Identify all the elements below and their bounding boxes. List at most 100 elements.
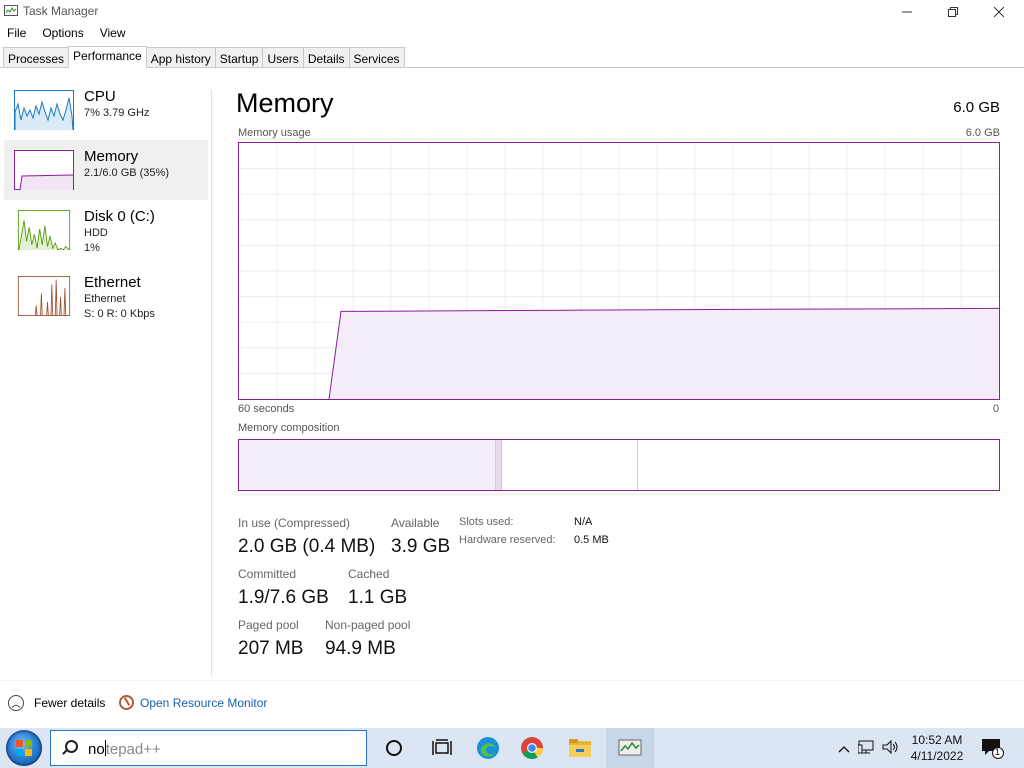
task-view-button[interactable] [418,728,466,768]
sidebar-disk-title: Disk 0 (C:) [84,208,155,225]
sidebar-ethernet-adapter: Ethernet [84,293,126,305]
cortana-button[interactable] [370,728,418,768]
taskbar-clock[interactable]: 10:52 AM 4/11/2022 [902,732,972,764]
memory-usage-max: 6.0 GB [965,127,1000,139]
window-title: Task Manager [23,4,99,18]
task-view-icon [432,739,452,755]
volume-icon [882,739,898,754]
memory-usage-graph [238,142,1000,400]
taskbar: notepad++ 10:52 AM 4/11/2022 1 [0,728,1024,768]
committed-value: 1.9/7.6 GB [238,587,329,608]
chrome-icon [521,737,543,759]
slots-used-label: Slots used: [459,516,514,528]
fewer-details-label: Fewer details [34,696,106,710]
available-label: Available [391,516,440,530]
chevron-up-icon: ︿ [8,695,24,711]
restore-icon [948,6,958,17]
sidebar-ethernet-throughput: S: 0 R: 0 Kbps [84,308,155,320]
bottom-divider [0,680,1024,681]
close-button[interactable] [976,0,1022,23]
system-tray [838,728,900,768]
sidebar-ethernet-title: Ethernet [84,274,141,291]
windows-logo-icon [16,740,32,756]
paged-pool-label: Paged pool [238,618,299,632]
sidebar-item-memory[interactable]: Memory 2.1/6.0 GB (35%) [4,140,208,200]
non-paged-pool-label: Non-paged pool [325,618,411,632]
memory-composition-bar [238,439,1000,491]
tab-strip: Processes Performance App history Startu… [3,46,405,68]
ethernet-thumbnail-graph [14,276,74,316]
cached-label: Cached [348,567,390,581]
memory-thumbnail-graph [14,150,74,190]
memory-composition-label: Memory composition [238,422,340,434]
hardware-reserved-label: Hardware reserved: [459,534,556,546]
tab-performance[interactable]: Performance [68,46,147,68]
sidebar-divider [211,90,212,676]
file-explorer-icon [569,739,591,757]
memory-usage-label: Memory usage [238,127,311,139]
start-button[interactable] [6,730,42,766]
search-icon [61,740,78,756]
sidebar-memory-title: Memory [84,148,139,165]
slots-used-value: N/A [574,516,593,528]
memory-usage-area [329,308,999,399]
clock-time: 10:52 AM [911,733,963,747]
tab-details[interactable]: Details [302,47,350,68]
file-explorer-taskbar-button[interactable] [556,728,604,768]
taskbar-search-box[interactable]: notepad++ [50,730,367,766]
task-manager-taskbar-button[interactable] [606,728,654,768]
search-typed-text: notepad++ [88,740,161,758]
sidebar-disk-type: HDD [84,227,108,239]
sidebar-item-ethernet[interactable]: Ethernet Ethernet S: 0 R: 0 Kbps [4,274,208,334]
composition-modified [495,440,502,490]
minimize-button[interactable] [884,0,930,23]
tab-services[interactable]: Services [348,47,405,68]
tab-app-history[interactable]: App history [145,47,216,68]
page-title: Memory [236,88,334,118]
show-hidden-icons-button[interactable] [838,741,850,756]
available-value: 3.9 GB [391,536,451,557]
notification-count: 1 [995,747,1001,757]
sidebar-item-disk[interactable]: Disk 0 (C:) HDD 1% [4,208,208,268]
menu-file[interactable]: File [0,23,34,43]
cpu-thumbnail-graph [14,90,74,130]
task-manager-icon [618,739,642,756]
hardware-reserved-value: 0.5 MB [574,534,609,546]
chevron-up-icon [838,745,850,752]
notification-icon [982,739,1004,759]
chrome-taskbar-button[interactable] [508,728,556,768]
committed-label: Committed [238,567,297,581]
non-paged-pool-value: 94.9 MB [325,638,396,659]
paged-pool-value: 207 MB [238,638,304,659]
graph-axis-left: 60 seconds [238,403,295,415]
title-bar: Task Manager [0,0,1024,23]
open-resource-monitor-label: Open Resource Monitor [140,695,268,710]
cached-value: 1.1 GB [348,587,408,608]
cortana-icon [386,740,402,756]
in-use-label: In use (Compressed) [238,516,351,530]
open-resource-monitor-link[interactable]: Open Resource Monitor [119,695,267,710]
minimize-icon [902,11,912,12]
sidebar-cpu-title: CPU [84,88,116,105]
tab-processes[interactable]: Processes [3,47,70,68]
fewer-details-button[interactable]: ︿ Fewer details [8,695,105,711]
composition-standby-divider [637,440,638,490]
tab-startup[interactable]: Startup [214,47,264,68]
menu-view[interactable]: View [92,23,134,43]
sidebar-memory-detail: 2.1/6.0 GB (35%) [84,167,169,179]
action-center-button[interactable]: 1 [974,728,1010,768]
graph-axis-right: 0 [993,403,1000,415]
menu-options[interactable]: Options [34,23,91,43]
edge-taskbar-button[interactable] [464,728,512,768]
volume-button[interactable] [882,739,900,758]
sidebar-item-cpu[interactable]: CPU 7% 3.79 GHz [4,88,208,148]
network-button[interactable] [857,739,876,758]
task-manager-app-icon [4,5,18,16]
clock-date: 4/11/2022 [910,749,964,763]
resource-monitor-icon [119,695,134,710]
restore-button[interactable] [930,0,976,23]
memory-total: 6.0 GB [953,99,1000,116]
close-icon [994,6,1004,17]
tab-users[interactable]: Users [262,47,304,68]
performance-sidebar: CPU 7% 3.79 GHz Memory 2.1/6.0 GB (35%) … [0,68,211,680]
